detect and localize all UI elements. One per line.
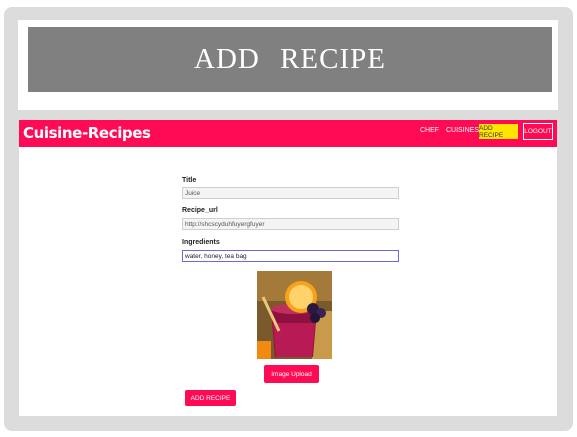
ingredients-label: Ingredients (182, 239, 220, 246)
slide-background: ADD RECIPE Cuisine-Recipes CHEF CUISINES… (4, 7, 573, 431)
slide-title: ADD RECIPE (194, 43, 386, 75)
app-screenshot: Cuisine-Recipes CHEF CUISINES ADD RECIPE… (19, 120, 557, 416)
add-recipe-submit-button[interactable]: ADD RECIPE (185, 390, 236, 406)
recipe-url-label: Recipe_url (182, 207, 218, 214)
title-card: ADD RECIPE (18, 20, 558, 110)
recipe-url-input[interactable]: http://shcscyduhfuyergfuyer (182, 218, 399, 230)
logout-button[interactable]: LOGOUT (523, 123, 553, 140)
ingredients-input[interactable]: water, honey, tea bag (182, 250, 399, 262)
nav-chef[interactable]: CHEF (420, 127, 439, 134)
title-label: Title (182, 177, 197, 184)
brand-logo[interactable]: Cuisine-Recipes (23, 124, 151, 142)
nav-add-recipe[interactable]: ADD RECIPE (479, 124, 518, 139)
recipe-photo (257, 271, 332, 359)
title-input[interactable]: Juice (182, 187, 399, 199)
image-upload-button[interactable]: Image Upload (264, 365, 319, 383)
title-bar: ADD RECIPE (28, 27, 552, 92)
nav-cuisines[interactable]: CUISINES (446, 127, 479, 134)
navbar: Cuisine-Recipes CHEF CUISINES ADD RECIPE… (19, 120, 557, 147)
